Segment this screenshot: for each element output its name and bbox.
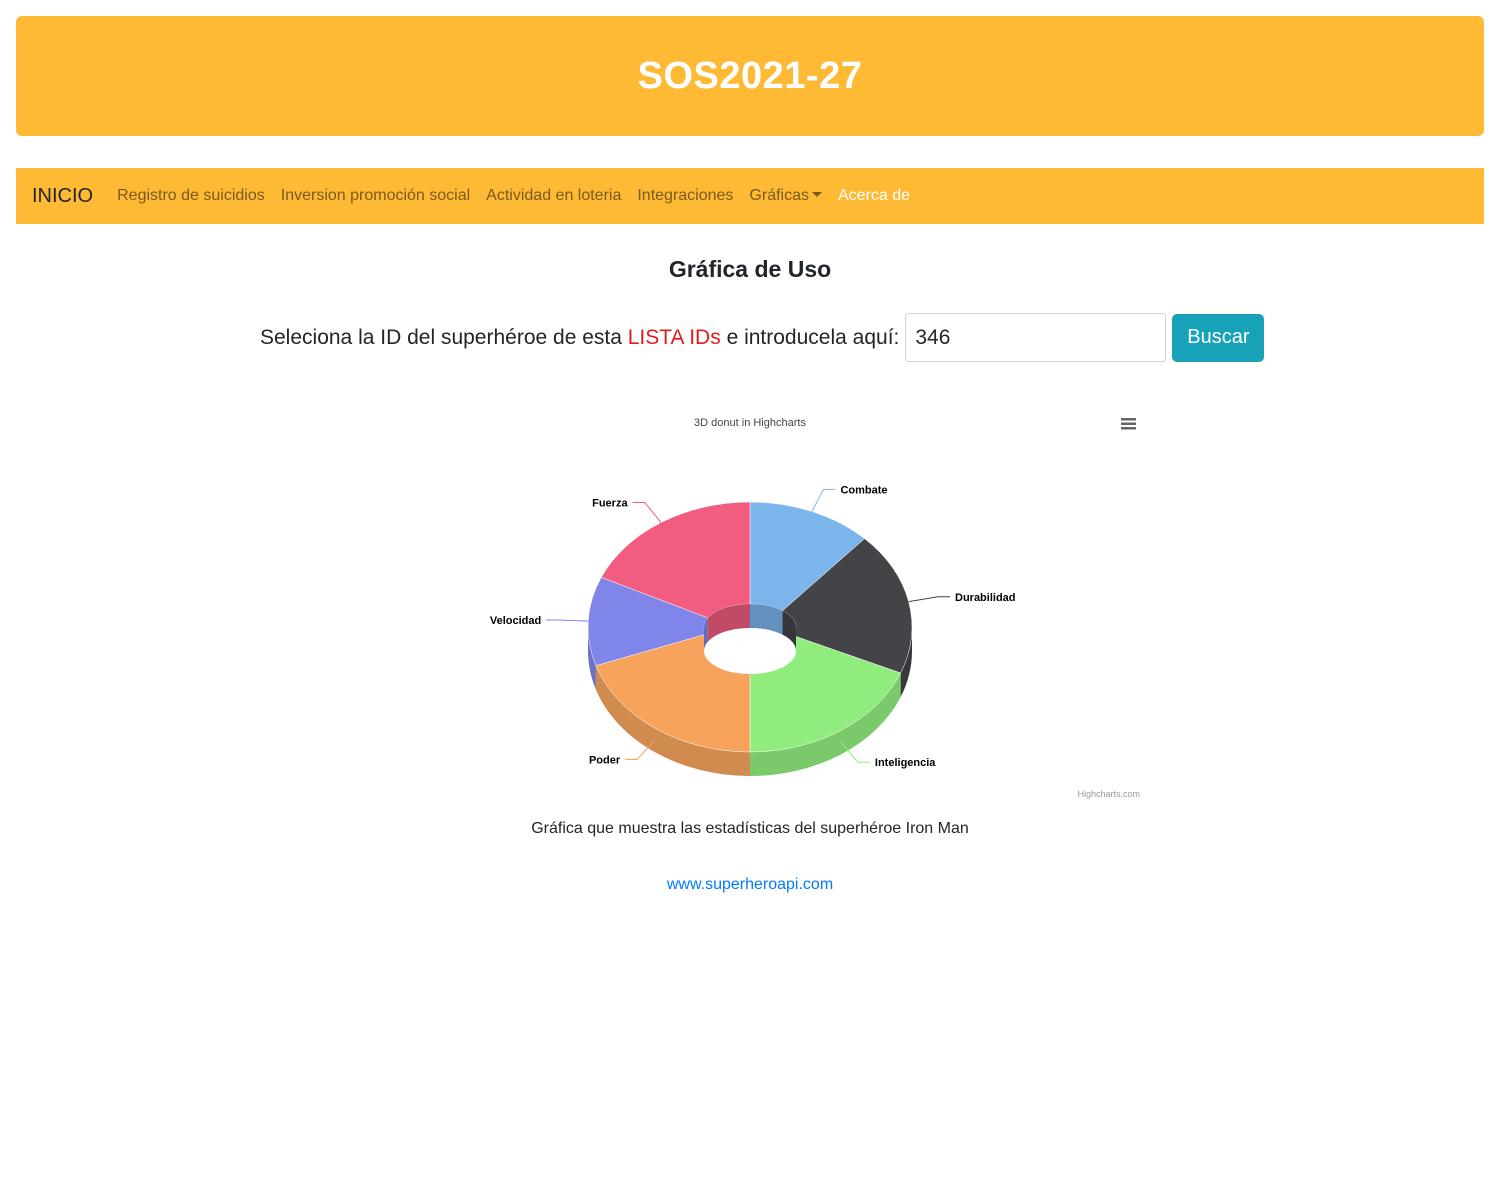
chart-svg: 3D donut in Highcharts Combate Durabilida… <box>490 412 1140 799</box>
connector-combate <box>811 488 836 512</box>
hero-id-input[interactable] <box>905 313 1167 362</box>
nav-item-registro-suicidios[interactable]: Registro de suicidios <box>117 187 265 205</box>
chart-caption: Gráfica que muestra las estadísticas del… <box>531 820 969 837</box>
chart-credits[interactable]: Highcharts.com <box>1077 789 1140 799</box>
navbar: INICIO Registro de suicidios Inversion p… <box>16 168 1484 224</box>
label-combate: Combate <box>840 484 887 496</box>
search-label-after: e introducela aquí: <box>720 325 900 349</box>
lista-ids-link[interactable]: LISTA IDs <box>628 326 721 349</box>
search-row: Seleciona la ID del superhéroe de esta L… <box>260 313 1265 362</box>
hamburger-menu-icon[interactable] <box>1118 412 1140 434</box>
donut-chart: 3D donut in Highcharts Combate Durabilida… <box>350 400 1150 810</box>
label-poder: Poder <box>589 755 621 767</box>
connector-durabilidad <box>908 596 951 603</box>
connector-velocidad <box>546 619 589 622</box>
label-fuerza: Fuerza <box>592 497 628 509</box>
nav-item-actividad-loteria[interactable]: Actividad en loteria <box>486 187 621 205</box>
connector-fuerza <box>632 501 662 523</box>
label-inteligencia: Inteligencia <box>875 757 936 769</box>
nav-brand-inicio[interactable]: INICIO <box>32 185 93 208</box>
nav-item-graficas-label: Gráficas <box>749 187 809 204</box>
superheroapi-link[interactable]: www.superheroapi.com <box>0 876 1500 894</box>
chart-title: 3D donut in Highcharts <box>694 417 806 429</box>
nav-item-inversion-promocion[interactable]: Inversion promoción social <box>281 187 470 205</box>
page-title: Gráfica de Uso <box>668 256 832 282</box>
caret-down-icon <box>812 191 822 197</box>
label-velocidad: Velocidad <box>490 615 541 627</box>
donut-hole <box>704 628 796 674</box>
nav-item-graficas-dropdown[interactable]: Gráficas <box>749 187 822 205</box>
label-durabilidad: Durabilidad <box>955 592 1016 604</box>
header-banner: SOS2021-27 <box>16 16 1484 136</box>
site-title: SOS2021-27 <box>637 54 863 97</box>
search-label: Seleciona la ID del superhéroe de esta L… <box>260 326 899 350</box>
slices-layer <box>587 501 913 776</box>
buscar-button[interactable]: Buscar <box>1172 313 1265 362</box>
nav-item-acerca-de[interactable]: Acerca de <box>838 187 910 205</box>
search-label-before: Seleciona la ID del superhéroe de esta <box>260 325 628 349</box>
nav-item-integraciones[interactable]: Integraciones <box>637 187 733 205</box>
